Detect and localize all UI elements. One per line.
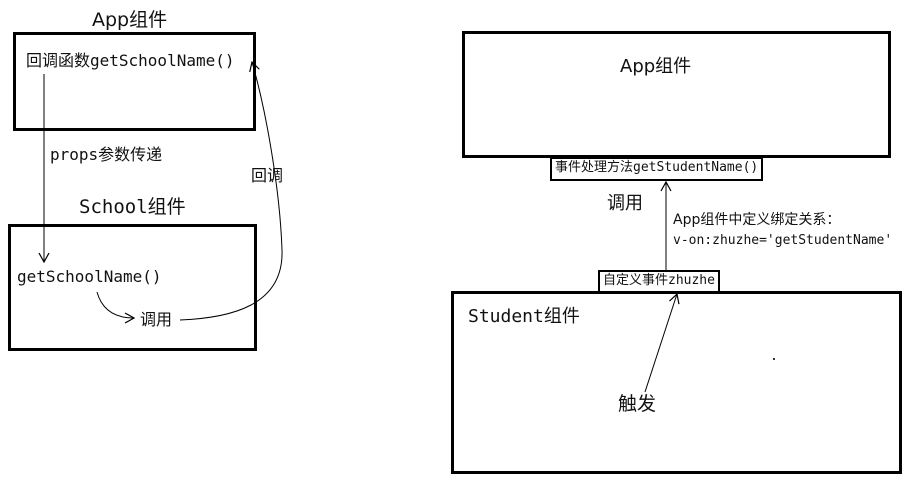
trigger-label: 触发 <box>618 393 657 415</box>
callback-label: 回调 <box>251 166 284 185</box>
custom-event-tag: 自定义事件zhuzhe <box>598 270 720 293</box>
student-title: Student组件 <box>468 306 580 327</box>
school-call-label: 调用 <box>140 310 173 329</box>
callback-function-label: 回调函数getSchoolName() <box>26 51 235 70</box>
event-handler-tag: 事件处理方法getStudentName() <box>550 157 764 181</box>
school-call-arrow <box>96 291 136 324</box>
right-call-label: 调用 <box>607 193 643 214</box>
binding-line-1: App组件中定义绑定关系： <box>673 212 841 228</box>
stray-dot <box>773 358 775 360</box>
right-app-component-box <box>462 31 891 158</box>
right-app-title: App组件 <box>620 56 692 77</box>
trigger-arrow <box>644 292 680 393</box>
props-label: props参数传递 <box>50 145 163 164</box>
school-function-label: getSchoolName() <box>17 267 162 286</box>
binding-line-2: v-on:zhuzhe='getStudentName' <box>673 233 893 248</box>
left-app-title: App组件 <box>92 9 168 31</box>
left-app-component-box <box>13 32 256 131</box>
callback-arrow <box>179 60 283 321</box>
school-component-box <box>8 224 257 351</box>
school-title: School组件 <box>79 196 186 218</box>
